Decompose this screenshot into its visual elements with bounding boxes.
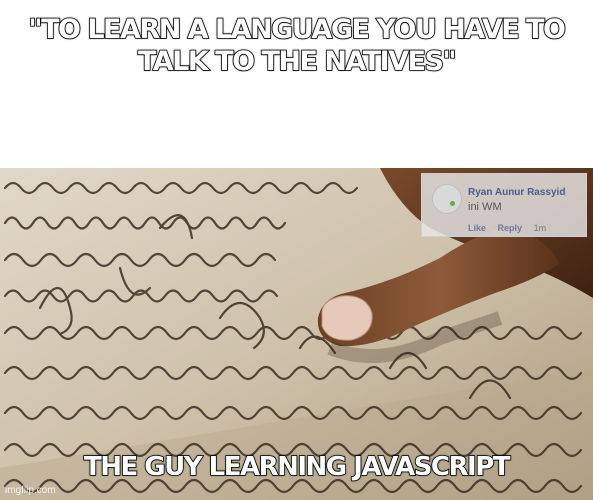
bottom-caption: THE GUY LEARNING JAVASCRIPT bbox=[83, 451, 511, 483]
comment-actions: Like Reply 1m bbox=[468, 223, 555, 233]
top-caption: "TO LEARN A LANGUAGE YOU HAVE TO TALK TO… bbox=[28, 13, 567, 78]
facebook-comment-box: Ryan Aunur Rassyid ini WM Like Reply 1m bbox=[421, 173, 587, 237]
comment-text: ini WM bbox=[468, 201, 502, 213]
comment-timestamp: 1m bbox=[533, 223, 547, 233]
reply-link[interactable]: Reply bbox=[498, 223, 523, 233]
meme-image: "TO LEARN A LANGUAGE YOU HAVE TO TALK TO… bbox=[0, 0, 593, 500]
comment-author[interactable]: Ryan Aunur Rassyid bbox=[468, 187, 565, 198]
like-link[interactable]: Like bbox=[468, 223, 486, 233]
imgflip-watermark: imgflip.com bbox=[5, 485, 56, 496]
fingernail bbox=[321, 295, 373, 341]
avatar bbox=[432, 184, 462, 214]
online-status-dot bbox=[450, 201, 455, 206]
